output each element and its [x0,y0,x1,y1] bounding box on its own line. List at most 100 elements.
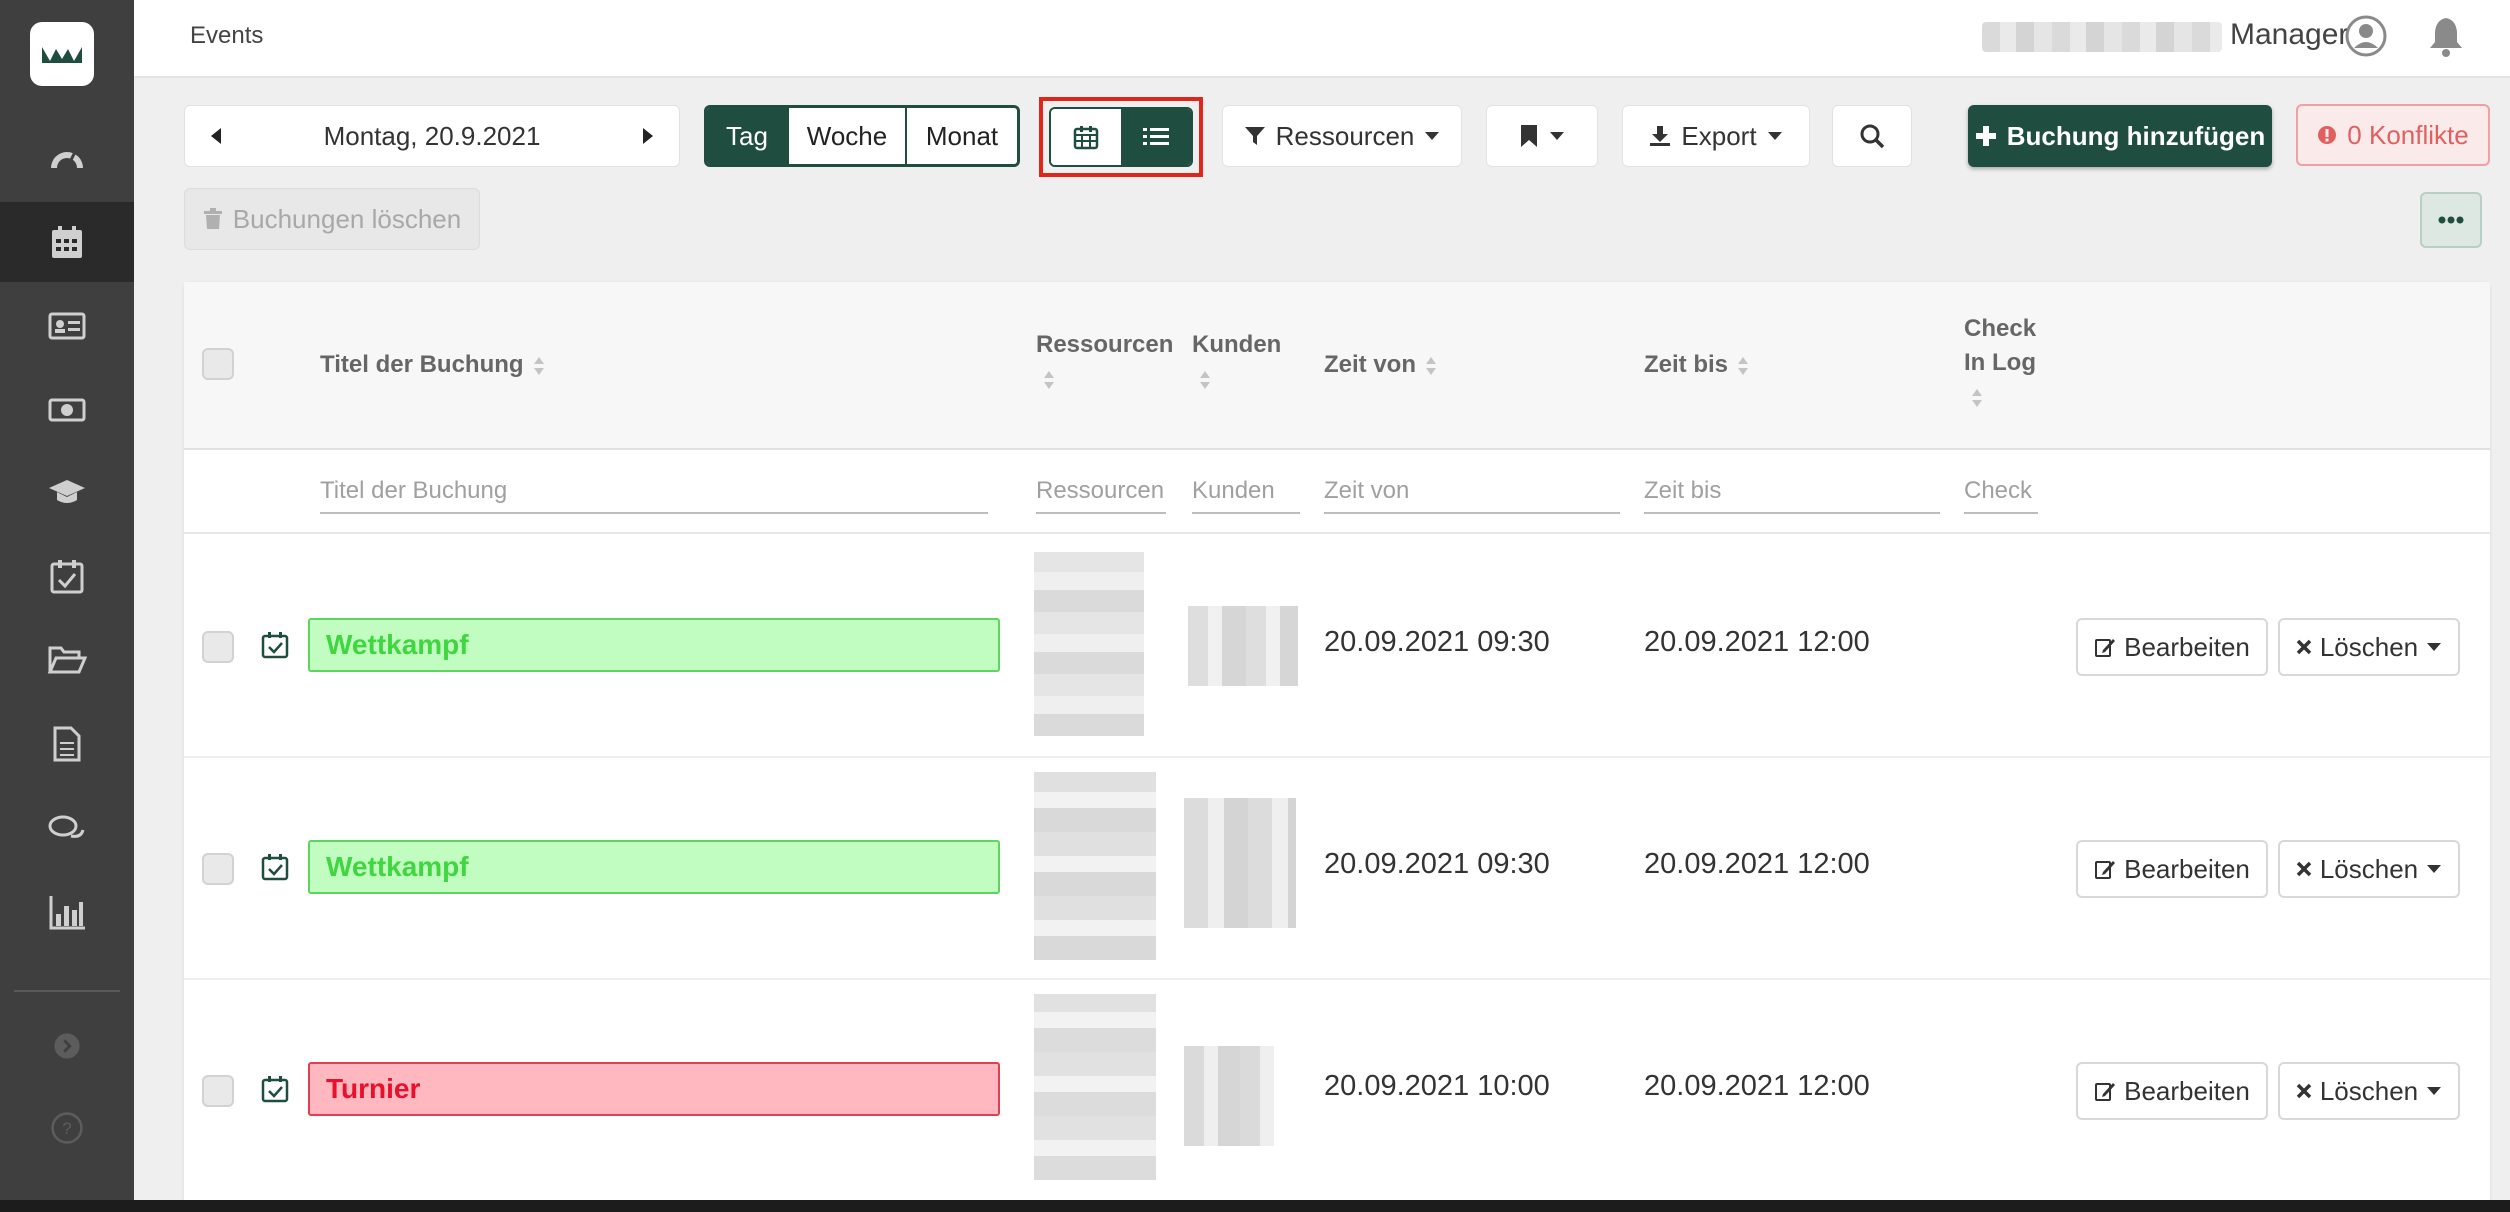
table-header: Titel der Buchung Ressourcen Kunden Zeit… [184,282,2490,450]
table-row[interactable]: Wettkampf 20.09.2021 09:30 20.09.2021 12… [184,536,2490,758]
conflicts-button[interactable]: 0 Konflikte [2296,104,2490,166]
search-icon [1860,124,1885,149]
bookmark-button[interactable] [1486,105,1598,167]
customers-filter-input[interactable] [1192,470,1300,514]
column-time-to-label: Zeit bis [1644,351,1729,378]
column-header-checkin-log[interactable]: Check In Log [1964,312,2074,414]
bookings-table: Titel der Buchung Ressourcen Kunden Zeit… [184,282,2490,1200]
delete-label: Löschen [2319,631,2419,662]
edit-icon [2095,1083,2116,1101]
row-checkbox[interactable] [202,1075,234,1107]
export-label: Export [1681,120,1757,151]
row-checkbox[interactable] [202,631,234,663]
calendar-icon[interactable] [0,202,134,282]
calendar-check-icon[interactable] [0,536,134,616]
list-icon [1143,128,1169,145]
column-header-time-from[interactable]: Zeit von [1324,348,1438,382]
document-icon[interactable] [0,704,134,784]
column-header-customers[interactable]: Kunden [1192,328,1302,396]
edit-button[interactable]: Bearbeiten [2076,1062,2268,1120]
customers-redacted [1188,606,1298,686]
table-row[interactable]: Turnier 20.09.2021 10:00 20.09.2021 12:0… [184,980,2490,1200]
breadcrumb[interactable]: Events [190,22,263,50]
edit-button[interactable]: Bearbeiten [2076,840,2268,898]
title-filter-input[interactable] [320,470,988,514]
resources-redacted [1034,772,1156,960]
caret-down-icon [1550,132,1564,140]
edit-label: Bearbeiten [2124,631,2250,662]
sidebar-divider [14,990,120,992]
sort-icon [1200,370,1210,389]
time-from-filter-input[interactable] [1324,470,1620,514]
column-header-title[interactable]: Titel der Buchung [320,348,546,382]
tab-week[interactable]: Woche [789,108,907,164]
caret-down-icon [2427,865,2442,873]
user-circle-icon[interactable] [2344,14,2388,58]
time-to-filter-input[interactable] [1644,470,1940,514]
more-options-button[interactable] [2420,192,2482,248]
current-date[interactable]: Montag, 20.9.2021 [324,121,541,152]
resources-redacted [1034,552,1144,736]
edit-button[interactable]: Bearbeiten [2076,618,2268,676]
range-tabs: Tag Woche Monat [704,105,1020,167]
calendar-check-icon [261,854,289,881]
graduation-cap-icon[interactable] [0,452,134,532]
search-button[interactable] [1832,105,1912,167]
question-circle-icon[interactable]: ? [0,1088,134,1168]
edit-label: Bearbeiten [2124,1075,2250,1106]
delete-bookings-button[interactable]: Buchungen löschen [184,188,480,250]
delete-button[interactable]: Löschen [2278,1062,2460,1120]
delete-label: Löschen [2319,853,2419,884]
user-role[interactable]: Manager [2230,18,2348,52]
close-icon [2296,639,2312,655]
time-from: 20.09.2021 09:30 [1324,848,1550,880]
resources-filter-input[interactable] [1036,470,1166,514]
tab-day[interactable]: Tag [707,108,789,164]
sidebar: ? [0,0,134,1200]
dashboard-icon[interactable] [0,120,134,200]
tab-month[interactable]: Monat [907,108,1017,164]
column-checkin-label-line1: Check [1964,315,2037,342]
date-navigator: Montag, 20.9.2021 [184,105,680,167]
calendar-view-button[interactable] [1051,109,1121,165]
chevron-circle-right-icon[interactable] [0,1006,134,1086]
select-all-checkbox[interactable] [202,348,234,380]
row-checkbox[interactable] [202,853,234,885]
resources-filter-button[interactable]: Ressourcen [1222,105,1462,167]
export-button[interactable]: Export [1622,105,1810,167]
table-row[interactable]: Wettkampf 20.09.2021 09:30 20.09.2021 12… [184,758,2490,980]
caret-down-icon [2427,643,2442,651]
list-view-button[interactable] [1121,109,1191,165]
column-customers-label: Kunden [1192,331,1282,358]
bell-icon[interactable] [2424,14,2468,58]
column-header-resources[interactable]: Ressourcen [1036,328,1176,396]
next-day-icon[interactable] [635,124,659,148]
booking-title[interactable]: Wettkampf [308,840,1000,894]
bar-chart-icon[interactable] [0,872,134,952]
time-to: 20.09.2021 12:00 [1644,1070,1870,1102]
customers-redacted [1184,1046,1274,1146]
column-header-time-to[interactable]: Zeit bis [1644,348,1750,382]
chat-icon[interactable] [0,790,134,870]
top-bar: Events Manager [134,0,2510,78]
caret-down-icon [1425,132,1440,140]
time-from: 20.09.2021 09:30 [1324,626,1550,658]
time-from: 20.09.2021 10:00 [1324,1070,1550,1102]
add-booking-button[interactable]: Buchung hinzufügen [1968,105,2272,167]
delete-button[interactable]: Löschen [2278,618,2460,676]
delete-button[interactable]: Löschen [2278,840,2460,898]
folder-open-icon[interactable] [0,620,134,700]
booking-title[interactable]: Turnier [308,1062,1000,1116]
edit-icon [2095,639,2116,657]
user-name-redacted [1982,22,2222,52]
resources-filter-label: Ressourcen [1275,120,1415,151]
previous-day-icon[interactable] [205,124,229,148]
logo-icon[interactable] [30,22,94,86]
sort-icon [1044,370,1054,389]
booking-title[interactable]: Wettkampf [308,618,1000,672]
id-card-icon[interactable] [0,286,134,366]
sort-icon [1972,388,1982,407]
money-icon[interactable] [0,370,134,450]
caret-down-icon [1767,132,1782,140]
checkin-filter-input[interactable] [1964,470,2038,514]
